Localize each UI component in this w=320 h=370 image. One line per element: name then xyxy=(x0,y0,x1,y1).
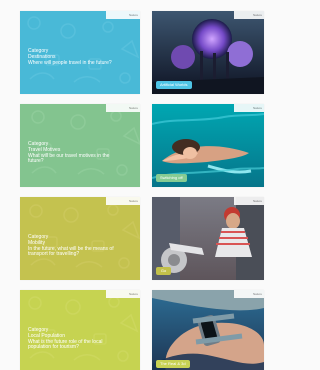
category-question: What will be our travel motives in the f… xyxy=(28,152,110,165)
category-card-destinations[interactable]: Nature Category Destinations Where will … xyxy=(20,11,140,94)
topic-caption: Go xyxy=(156,267,171,275)
topic-caption: The Real & 3d xyxy=(156,360,190,368)
category-tag: Nature xyxy=(234,290,264,298)
category-question: Where will people travel in the future? xyxy=(28,59,112,66)
category-tag: Nature xyxy=(106,197,140,205)
topic-card-artificial-worlds[interactable]: Nature Artificial Worlds xyxy=(152,11,264,94)
topic-card-the-real-3d[interactable]: Nature The Real & 3d xyxy=(152,290,264,370)
topic-caption: Switching off xyxy=(156,174,187,182)
category-tag: Nature xyxy=(234,197,264,205)
topic-grid: Nature Category Destinations Where will … xyxy=(0,0,264,370)
topic-card-go[interactable]: Nature Go xyxy=(152,197,264,280)
category-text: Category Local Population What is the fu… xyxy=(28,327,120,351)
category-question: What is the future role of the local pop… xyxy=(28,338,103,351)
category-tag: Nature xyxy=(106,104,140,112)
category-question: In the future, what will be the means of… xyxy=(28,245,114,258)
category-text: Category Mobility In the future, what wi… xyxy=(28,234,120,258)
topic-card-switching-off[interactable]: Nature Switching off xyxy=(152,104,264,187)
category-text: Category Travel Motives What will be our… xyxy=(28,141,120,165)
category-card-local-population[interactable]: Nature Category Local Population What is… xyxy=(20,290,140,370)
category-card-travel-motives[interactable]: Nature Category Travel Motives What will… xyxy=(20,104,140,187)
category-tag: Nature xyxy=(234,11,264,19)
local-population-photo xyxy=(152,290,264,370)
category-tag: Nature xyxy=(106,11,140,19)
category-tag: Nature xyxy=(106,290,140,298)
topic-caption: Artificial Worlds xyxy=(156,81,192,89)
category-card-mobility[interactable]: Nature Category Mobility In the future, … xyxy=(20,197,140,280)
category-tag: Nature xyxy=(234,104,264,112)
category-text: Category Destinations Where will people … xyxy=(28,48,120,66)
